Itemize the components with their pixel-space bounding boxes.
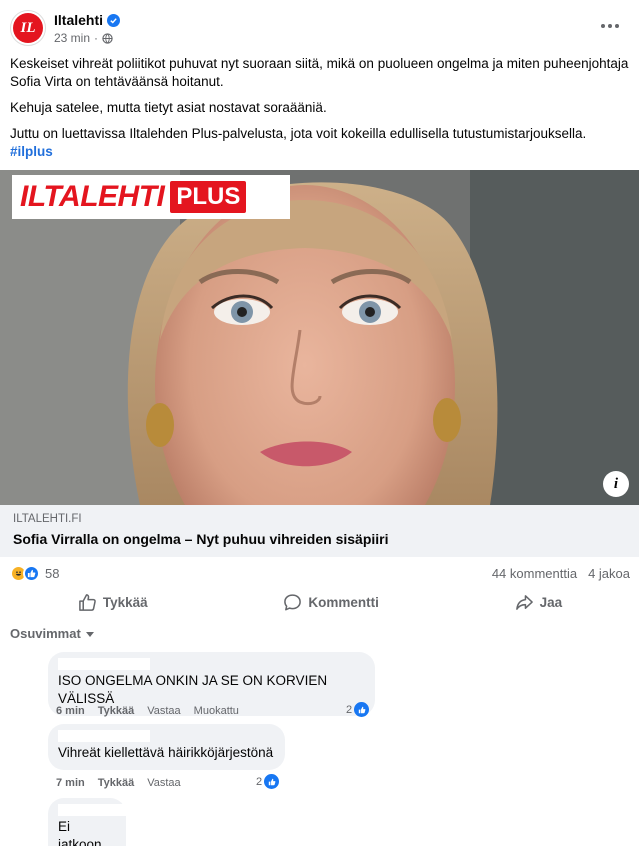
post-actions: Tykkää Kommentti Jaa bbox=[10, 587, 630, 617]
comment-text: ISO ONGELMA ONKIN JA SE ON KORVIEN VÄLIS… bbox=[58, 673, 328, 706]
comment-author-redacted bbox=[58, 658, 365, 670]
comment-author-redacted bbox=[58, 730, 275, 742]
sort-label: Osuvimmat bbox=[10, 626, 81, 641]
post-meta: 23 min · bbox=[54, 31, 113, 45]
thumbs-up-icon bbox=[78, 593, 96, 611]
comment-like-link[interactable]: Tykkää bbox=[98, 705, 135, 717]
page-avatar[interactable]: IL bbox=[10, 10, 46, 46]
share-count-link[interactable]: 4 jakoa bbox=[588, 566, 630, 581]
comment-bubble: Vihreät kiellettävä häirikköjärjestönä bbox=[48, 724, 285, 770]
comment-like-count[interactable]: 2 bbox=[346, 702, 370, 717]
page-name-row: Iltalehti bbox=[54, 12, 121, 28]
caret-down-icon bbox=[85, 631, 94, 637]
post-message: Keskeiset vihreät poliitikot puhuvat nyt… bbox=[10, 55, 630, 161]
comment-text: Vihreät kiellettävä häirikköjärjestönä bbox=[58, 745, 274, 760]
post-header: IL Iltalehti 23 min · bbox=[10, 10, 630, 50]
comment-time[interactable]: 7 min bbox=[56, 777, 85, 789]
reactions-summary[interactable]: 58 bbox=[10, 564, 60, 582]
comment-bubble: Ei jatkoon bbox=[48, 798, 126, 846]
comment-item: Vihreät kiellettävä häirikköjärjestönä bbox=[48, 724, 285, 770]
link-title: Sofia Virralla on ongelma – Nyt puhuu vi… bbox=[13, 531, 389, 547]
comment-item: Ei jatkoon bbox=[48, 798, 126, 846]
like-reaction-icon bbox=[23, 564, 40, 582]
comment-time[interactable]: 6 min bbox=[56, 705, 85, 717]
engagement-counts: 44 kommenttia 4 jakoa bbox=[492, 566, 630, 581]
comment-button[interactable]: Kommentti bbox=[269, 589, 393, 616]
comment-edited-label: Muokattu bbox=[193, 705, 239, 717]
comment-sort-dropdown[interactable]: Osuvimmat bbox=[10, 626, 95, 641]
comment-author-redacted bbox=[58, 804, 126, 816]
post-image[interactable]: ILTALEHTI PLUS i bbox=[0, 170, 639, 505]
stats-row: 58 44 kommenttia 4 jakoa bbox=[10, 563, 630, 583]
comment-reply-link[interactable]: Vastaa bbox=[147, 705, 180, 717]
comment-text: Ei jatkoon bbox=[58, 819, 102, 846]
share-label: Jaa bbox=[539, 594, 563, 610]
share-button[interactable]: Jaa bbox=[501, 589, 577, 616]
comment-like-number: 2 bbox=[256, 775, 263, 788]
page-name-link[interactable]: Iltalehti bbox=[54, 12, 103, 28]
portrait-photo bbox=[0, 170, 639, 505]
hashtag-link[interactable]: #ilplus bbox=[10, 144, 53, 159]
like-badge-icon bbox=[354, 702, 370, 717]
post-paragraph: Kehuja satelee, mutta tietyt asiat nosta… bbox=[10, 100, 327, 115]
reaction-count: 58 bbox=[45, 565, 60, 581]
more-options-icon[interactable] bbox=[598, 16, 622, 36]
comment-bubble-icon bbox=[284, 593, 302, 610]
logo-plus-text: PLUS bbox=[170, 181, 247, 213]
link-domain: ILTALEHTI.FI bbox=[13, 513, 82, 525]
comment-meta: 6 min Tykkää Vastaa Muokattu bbox=[56, 705, 239, 717]
globe-icon[interactable] bbox=[102, 32, 113, 44]
like-button[interactable]: Tykkää bbox=[64, 589, 162, 616]
logo-iltalehti-text: ILTALEHTI bbox=[20, 180, 165, 213]
post-paragraph: Juttu on luettavissa Iltalehden Plus-pal… bbox=[10, 126, 587, 141]
comment-label: Kommentti bbox=[308, 594, 379, 610]
iltalehti-plus-logo: ILTALEHTI PLUS bbox=[12, 175, 290, 219]
comment-like-number: 2 bbox=[346, 703, 353, 716]
meta-separator: · bbox=[94, 31, 99, 45]
post-paragraph: Keskeiset vihreät poliitikot puhuvat nyt… bbox=[10, 56, 629, 89]
comment-count-link[interactable]: 44 kommenttia bbox=[492, 566, 577, 581]
link-preview-card[interactable]: ILTALEHTI.FI Sofia Virralla on ongelma –… bbox=[0, 505, 639, 557]
comment-meta: 7 min Tykkää Vastaa bbox=[56, 777, 181, 789]
like-badge-icon bbox=[264, 774, 280, 789]
comment-reply-link[interactable]: Vastaa bbox=[147, 777, 180, 789]
info-icon[interactable]: i bbox=[603, 471, 629, 497]
page-avatar-logo: IL bbox=[13, 13, 43, 43]
comment-like-link[interactable]: Tykkää bbox=[98, 777, 135, 789]
post-time-link[interactable]: 23 min bbox=[54, 31, 90, 45]
comment-like-count[interactable]: 2 bbox=[256, 774, 280, 789]
verified-badge-icon bbox=[107, 13, 121, 27]
share-arrow-icon bbox=[515, 594, 533, 610]
like-label: Tykkää bbox=[102, 594, 148, 610]
